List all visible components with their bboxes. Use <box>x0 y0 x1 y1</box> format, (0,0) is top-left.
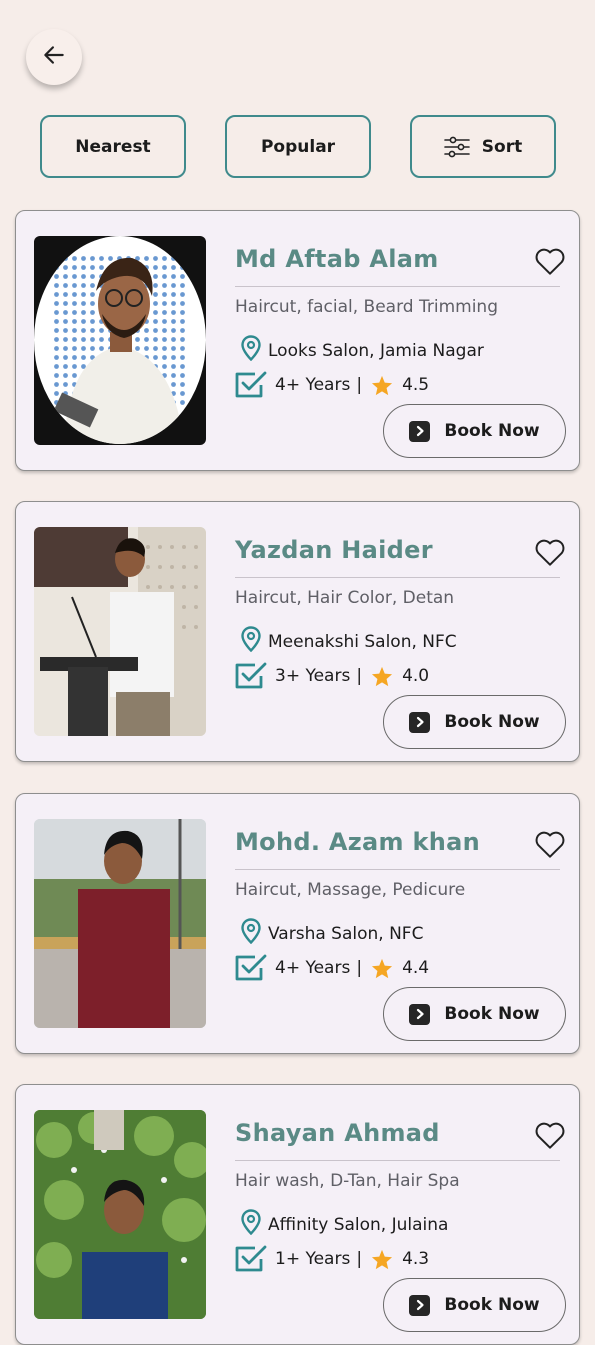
stylist-card[interactable]: Shayan Ahmad Hair wash, D-Tan, Hair Spa … <box>15 1084 580 1345</box>
filter-nearest-button[interactable]: Nearest <box>40 115 186 178</box>
rating-text: 4.0 <box>402 666 430 686</box>
stylist-card[interactable]: Mohd. Azam khan Haircut, Massage, Pedicu… <box>15 793 580 1054</box>
divider <box>235 869 560 870</box>
services-text: Haircut, facial, Beard Trimming <box>235 297 498 317</box>
arrow-left-icon <box>41 42 67 72</box>
stylist-name[interactable]: Shayan Ahmad <box>235 1119 440 1147</box>
filter-label: Sort <box>481 136 523 157</box>
experience-text: 4+ Years <box>275 958 351 978</box>
chevron-right-icon <box>409 711 431 733</box>
experience-text: 4+ Years <box>275 375 351 395</box>
divider <box>235 1160 560 1161</box>
separator: | <box>356 958 363 978</box>
star-icon <box>371 375 393 396</box>
book-now-label: Book Now <box>444 421 540 441</box>
experience-text: 3+ Years <box>275 666 351 686</box>
heart-icon[interactable] <box>534 829 566 863</box>
heart-icon[interactable] <box>534 1120 566 1154</box>
book-now-label: Book Now <box>444 1295 540 1315</box>
checkbox-check-icon <box>235 1245 267 1273</box>
stylist-card[interactable]: Md Aftab Alam Haircut, facial, Beard Tri… <box>15 210 580 471</box>
stylist-photo <box>34 236 206 445</box>
divider <box>235 286 560 287</box>
filter-label: Nearest <box>75 136 151 157</box>
location-row: Varsha Salon, NFC <box>241 918 423 949</box>
stylist-name[interactable]: Mohd. Azam khan <box>235 828 480 856</box>
location-text: Varsha Salon, NFC <box>268 923 424 944</box>
rating-text: 4.4 <box>402 958 430 978</box>
stylist-photo <box>34 527 206 736</box>
location-text: Affinity Salon, Julaina <box>268 1214 449 1235</box>
heart-icon[interactable] <box>534 537 566 571</box>
rating-text: 4.3 <box>402 1249 430 1269</box>
filter-bar: Nearest Popular Sort <box>40 115 556 178</box>
location-text: Looks Salon, Jamia Nagar <box>268 340 484 361</box>
experience-row: 4+ Years | 4.4 <box>235 954 429 982</box>
star-icon <box>371 666 393 687</box>
divider <box>235 577 560 578</box>
checkbox-check-icon <box>235 371 267 399</box>
checkbox-check-icon <box>235 954 267 982</box>
location-pin-icon <box>241 918 268 949</box>
location-pin-icon <box>241 1209 268 1240</box>
back-button[interactable] <box>26 29 82 85</box>
location-pin-icon <box>241 335 268 366</box>
book-now-button[interactable]: Book Now <box>383 695 566 749</box>
checkbox-check-icon <box>235 662 267 690</box>
book-now-button[interactable]: Book Now <box>383 987 566 1041</box>
chevron-right-icon <box>409 1003 431 1025</box>
star-icon <box>371 958 393 979</box>
filter-label: Popular <box>260 136 336 157</box>
book-now-label: Book Now <box>444 1004 540 1024</box>
location-row: Meenakshi Salon, NFC <box>241 626 457 657</box>
services-text: Haircut, Massage, Pedicure <box>235 880 466 900</box>
services-text: Hair wash, D-Tan, Hair Spa <box>235 1171 460 1191</box>
location-row: Affinity Salon, Julaina <box>241 1209 448 1240</box>
stylist-name[interactable]: Md Aftab Alam <box>235 245 439 273</box>
chevron-right-icon <box>409 420 431 442</box>
star-icon <box>371 1249 393 1270</box>
experience-row: 1+ Years | 4.3 <box>235 1245 429 1273</box>
book-now-button[interactable]: Book Now <box>383 404 566 458</box>
stylist-name[interactable]: Yazdan Haider <box>235 536 433 564</box>
filter-popular-button[interactable]: Popular <box>225 115 371 178</box>
sort-button[interactable]: Sort <box>410 115 556 178</box>
location-pin-icon <box>241 626 268 657</box>
services-text: Haircut, Hair Color, Detan <box>235 588 455 608</box>
separator: | <box>356 1249 363 1269</box>
stylist-photo <box>34 1110 206 1319</box>
book-now-button[interactable]: Book Now <box>383 1278 566 1332</box>
stylist-photo <box>34 819 206 1028</box>
separator: | <box>356 666 363 686</box>
book-now-label: Book Now <box>444 712 540 732</box>
experience-row: 3+ Years | 4.0 <box>235 662 429 690</box>
location-text: Meenakshi Salon, NFC <box>268 631 457 652</box>
separator: | <box>356 375 363 395</box>
location-row: Looks Salon, Jamia Nagar <box>241 335 484 366</box>
chevron-right-icon <box>409 1294 431 1316</box>
sliders-icon <box>443 136 470 158</box>
experience-text: 1+ Years <box>275 1249 351 1269</box>
heart-icon[interactable] <box>534 246 566 280</box>
stylist-card[interactable]: Yazdan Haider Haircut, Hair Color, Detan… <box>15 501 580 762</box>
experience-row: 4+ Years | 4.5 <box>235 371 429 399</box>
rating-text: 4.5 <box>402 375 430 395</box>
